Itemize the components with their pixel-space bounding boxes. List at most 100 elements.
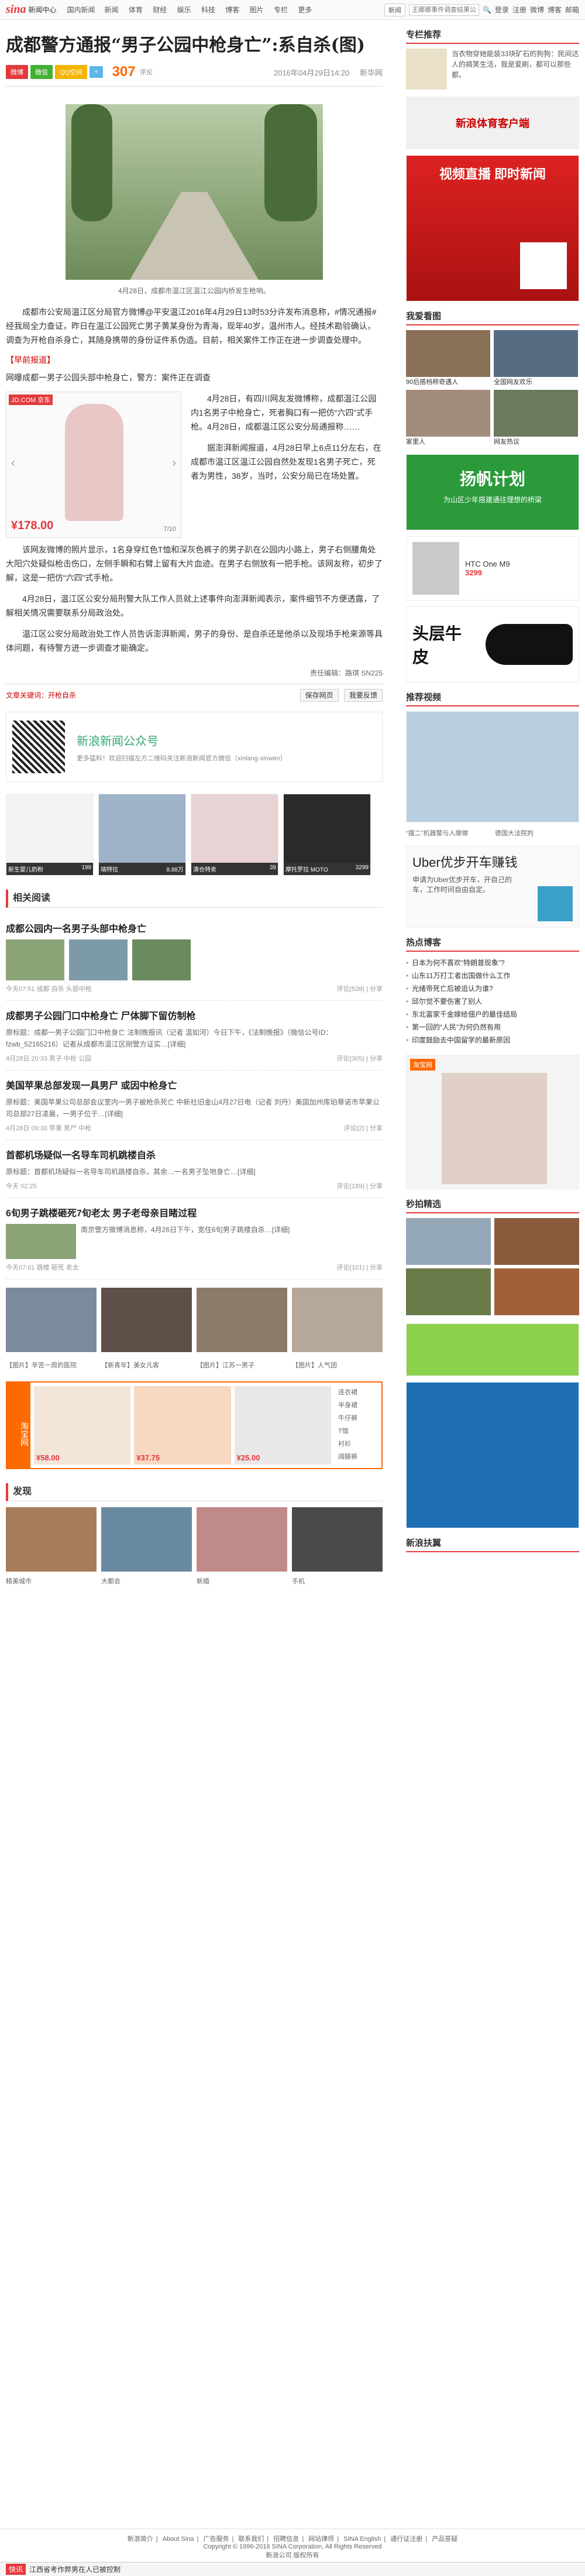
viewed-thumb[interactable] bbox=[494, 390, 578, 437]
nav-item-news[interactable]: 新闻 bbox=[105, 6, 119, 14]
news-item[interactable]: 成都公园内一名男子头部中枪身亡 今天07:51 成都 自杀 头部中枪 评论(539… bbox=[6, 914, 383, 1001]
grid-image[interactable] bbox=[197, 1507, 287, 1572]
video-ad[interactable]: 视频直播 即时新闻 bbox=[406, 155, 579, 301]
nav-item-ent[interactable]: 娱乐 bbox=[177, 6, 191, 14]
viewed-caption[interactable]: 网友热议 bbox=[494, 437, 578, 446]
nav-item-tech[interactable]: 科技 bbox=[201, 6, 215, 14]
column-thumb[interactable] bbox=[406, 49, 447, 90]
pick-thumb[interactable] bbox=[494, 1218, 579, 1265]
taobao-category[interactable]: 半身裙 bbox=[338, 1399, 378, 1412]
pick-thumb[interactable] bbox=[406, 1268, 491, 1315]
viewed-item[interactable]: 90后搭档称奇遇人 bbox=[406, 330, 490, 386]
blog-item[interactable]: 印度鼓励去中国留学的最新原因 bbox=[406, 1034, 579, 1047]
grid-image[interactable] bbox=[6, 1507, 97, 1572]
viewed-item[interactable]: 家里人 bbox=[406, 390, 490, 446]
viewed-thumb[interactable] bbox=[406, 390, 490, 437]
ad-model-image[interactable] bbox=[65, 404, 123, 521]
pick-thumb[interactable] bbox=[494, 1268, 579, 1315]
nav-item-photo[interactable]: 图片 bbox=[250, 6, 264, 14]
footer-link[interactable]: 联系我们 bbox=[238, 2536, 264, 2543]
share-weibo-button[interactable]: 微博 bbox=[6, 65, 28, 79]
chevron-left-icon[interactable]: ‹ bbox=[11, 457, 15, 470]
yangfan-ad[interactable]: 扬帆计划 为山区少年搭建通往理想的桥梁 bbox=[406, 454, 579, 530]
news-comments[interactable]: 评论(305) bbox=[336, 1055, 364, 1062]
blue-ad[interactable] bbox=[406, 1382, 579, 1528]
news-comments[interactable]: 评论(189) bbox=[336, 1183, 364, 1190]
footer-link[interactable]: 新浪简介 bbox=[128, 2536, 153, 2543]
blog-item[interactable]: 第一回的“人民”为何仍然有用 bbox=[406, 1021, 579, 1034]
news-item[interactable]: 首都机场疑似一名导车司机跳楼自杀 原标题：首都机场疑似一名导车司机跳楼自杀，其余… bbox=[6, 1140, 383, 1198]
product-card[interactable]: 摩托罗拉 MOTO 3299 bbox=[283, 794, 371, 876]
news-title[interactable]: 成都公园内一名男子头部中枪身亡 bbox=[6, 921, 383, 935]
news-item[interactable]: 美国苹果总部发现一具男尸 或因中枪身亡 原标题：美国苹果公司总部会议室内一男子被… bbox=[6, 1071, 383, 1140]
gallery-image[interactable] bbox=[101, 1288, 192, 1352]
grid-caption[interactable]: 精美城市 bbox=[6, 1576, 97, 1586]
news-tags[interactable]: 苹果 男尸 中枪 bbox=[49, 1125, 91, 1132]
news-title[interactable]: 成都男子公园门口中枪身亡 尸体脚下留仿制枪 bbox=[6, 1008, 383, 1022]
taobao-category[interactable]: 衬衫 bbox=[338, 1438, 378, 1450]
blog-item[interactable]: 山东11万打工者出国做什么工作 bbox=[406, 969, 579, 982]
article-source[interactable]: 新华网 bbox=[360, 68, 383, 77]
blog-item[interactable]: 东北富家千金嫁给佃户的最佳结局 bbox=[406, 1008, 579, 1021]
news-share[interactable]: 分享 bbox=[370, 1125, 383, 1132]
news-share[interactable]: 分享 bbox=[370, 1264, 383, 1271]
nav-item-column[interactable]: 专栏 bbox=[274, 6, 288, 14]
product-card[interactable]: 瑞特拉 8.88万 bbox=[98, 794, 186, 876]
nav-item-sports[interactable]: 体育 bbox=[129, 6, 143, 14]
footer-link[interactable]: 网站律师 bbox=[308, 2536, 334, 2543]
product-card[interactable]: 新生婴儿奶粉 199 bbox=[6, 794, 94, 876]
video-rec-image[interactable] bbox=[406, 711, 579, 822]
grid-image[interactable] bbox=[292, 1507, 383, 1572]
taobao-category[interactable]: 牛仔裤 bbox=[338, 1412, 378, 1425]
grid-caption[interactable]: 手机 bbox=[292, 1576, 383, 1586]
search-icon[interactable]: 🔍 bbox=[483, 6, 491, 14]
site-section[interactable]: 新闻中心 bbox=[28, 5, 56, 15]
taobao-item[interactable]: ¥37.75 bbox=[134, 1386, 231, 1464]
wechat-promo[interactable]: 新浪新闻公众号 更多猛料！欢迎扫描左方二维码关注新浪新闻官方微信（xinlang… bbox=[6, 712, 383, 782]
blog-item[interactable]: 光绪帝死亡后被追认为谁? bbox=[406, 982, 579, 995]
footer-link[interactable]: SINA English bbox=[343, 2536, 381, 2543]
search-scope-select[interactable]: 新闻 bbox=[384, 3, 405, 16]
mail-link[interactable]: 邮箱 bbox=[565, 5, 579, 15]
weibo-link[interactable]: 微博 bbox=[530, 5, 544, 15]
blog-link[interactable]: 博客 bbox=[548, 5, 562, 15]
grid-image[interactable] bbox=[101, 1507, 192, 1572]
blog-item[interactable]: 邱尔觉不要伤害了别人 bbox=[406, 995, 579, 1008]
news-tags[interactable]: 跳楼 砸死 老太 bbox=[37, 1264, 79, 1271]
footer-link[interactable]: 招聘信息 bbox=[273, 2536, 299, 2543]
sports-app-ad[interactable]: 新浪体育客户端 bbox=[406, 97, 579, 149]
viewed-caption[interactable]: 家里人 bbox=[406, 437, 490, 446]
green-ad[interactable] bbox=[406, 1323, 579, 1376]
news-thumb[interactable] bbox=[132, 939, 191, 980]
taobao-category[interactable]: 连衣裙 bbox=[338, 1386, 378, 1399]
feedback-button[interactable]: 我要反馈 bbox=[343, 689, 383, 702]
chevron-right-icon[interactable]: › bbox=[172, 457, 176, 470]
news-item[interactable]: 6旬男子跳楼砸死7旬老太 男子老母亲目睹过程 南京警方微博消息称，4月26日下午… bbox=[6, 1198, 383, 1280]
nav-item-more[interactable]: 更多 bbox=[298, 6, 312, 14]
footer-link[interactable]: 广告服务 bbox=[203, 2536, 229, 2543]
column-text[interactable]: 当衣物穿她能装33块矿石的狗狗：民间达人的搞笑生活，我是爱刷，都可以那些都。 bbox=[452, 49, 579, 90]
gallery-caption[interactable]: 【图片】人气团 bbox=[292, 1360, 383, 1370]
news-comments[interactable]: 评论(2) bbox=[344, 1125, 364, 1132]
news-thumb[interactable] bbox=[69, 939, 128, 980]
viewed-item[interactable]: 网友热议 bbox=[494, 390, 578, 446]
grid-caption[interactable]: 大都会 bbox=[101, 1576, 192, 1586]
news-title[interactable]: 首都机场疑似一名导车司机跳楼自杀 bbox=[6, 1147, 383, 1161]
news-thumb[interactable] bbox=[6, 1224, 76, 1259]
news-tags[interactable]: 成都 自杀 头部中枪 bbox=[37, 986, 92, 993]
register-link[interactable]: 注册 bbox=[512, 5, 526, 15]
comment-count[interactable]: 307 bbox=[112, 64, 136, 80]
gallery-image[interactable] bbox=[197, 1288, 287, 1352]
video-caption[interactable]: “摆二”机器警与人摩擦 bbox=[406, 828, 490, 838]
comment-label[interactable]: 评论 bbox=[140, 67, 153, 77]
share-wechat-button[interactable]: 微信 bbox=[30, 65, 53, 79]
taobao-category[interactable]: 阔腿裤 bbox=[338, 1450, 378, 1463]
news-share[interactable]: 分享 bbox=[370, 986, 383, 993]
nav-item-finance[interactable]: 财经 bbox=[153, 6, 167, 14]
save-page-button[interactable]: 保存网页 bbox=[300, 689, 339, 702]
share-more-button[interactable]: + bbox=[90, 66, 103, 78]
video-caption[interactable]: 德国大法院判 bbox=[495, 828, 579, 838]
uber-ad[interactable]: Uber优步开车赚钱 申请为Uber优步开车，开自己的车，工作时间自由自定。 bbox=[406, 846, 579, 928]
shoe-ad[interactable]: 头层牛皮 bbox=[406, 606, 579, 682]
news-thumb[interactable] bbox=[6, 939, 64, 980]
